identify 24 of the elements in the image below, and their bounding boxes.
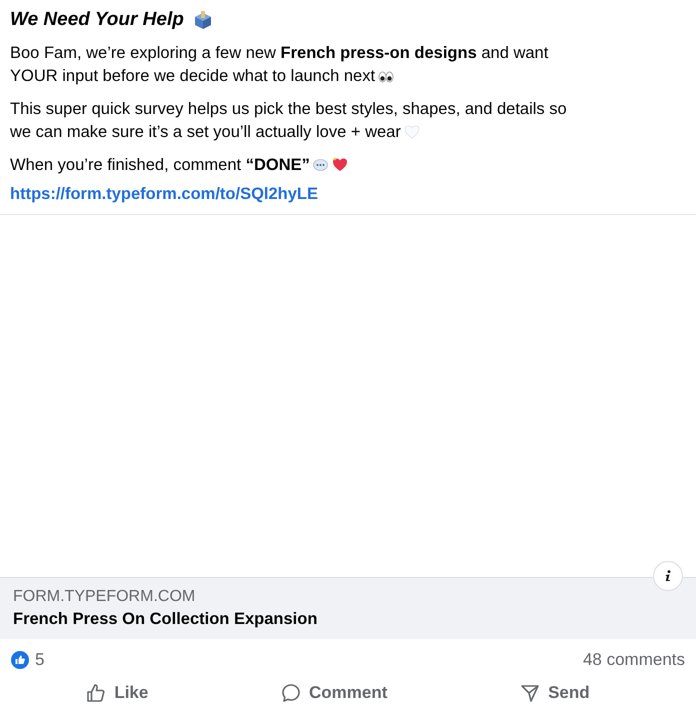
like-reaction-icon: [11, 651, 29, 669]
post-text: When you’re finished, comment “DONE”: [10, 156, 310, 174]
eyes-icon: [378, 71, 394, 83]
ballot-box-icon: [192, 10, 213, 30]
post-text: we can make sure it’s a set you’ll actually love + wear: [10, 123, 401, 141]
thumbs-up-icon: [86, 683, 106, 703]
like-button[interactable]: Like: [78, 679, 156, 707]
sparkling-heart-icon: [330, 156, 348, 172]
speech-bubble-icon: [312, 159, 328, 172]
post-text: Boo Fam, we’re exploring a few new French press-on designs and want: [10, 44, 548, 62]
post-text: YOUR input before we decide what to launch next: [10, 67, 376, 85]
post-link[interactable]: https://form.typeform.com/to/SQl2hyLE: [10, 185, 318, 204]
comment-count[interactable]: 48 comments: [582, 650, 685, 670]
preview-domain: FORM.TYPEFORM.COM: [13, 588, 196, 606]
comment-button[interactable]: Comment: [273, 679, 396, 707]
send-icon: [520, 683, 540, 703]
heart-icon: [404, 125, 420, 139]
link-preview[interactable]: FORM.TYPEFORM.COM French Press On Collection Expansion: [0, 577, 696, 639]
speech-bubble-icon: [281, 683, 302, 703]
preview-title: French Press On Collection Expansion: [13, 610, 318, 629]
post-title: We Need Your Help: [10, 9, 184, 31]
post-text: This super quick survey helps us pick the best styles, shapes, and details so: [10, 100, 567, 118]
reaction-count[interactable]: 5: [35, 650, 44, 670]
send-button[interactable]: Send: [512, 679, 598, 707]
